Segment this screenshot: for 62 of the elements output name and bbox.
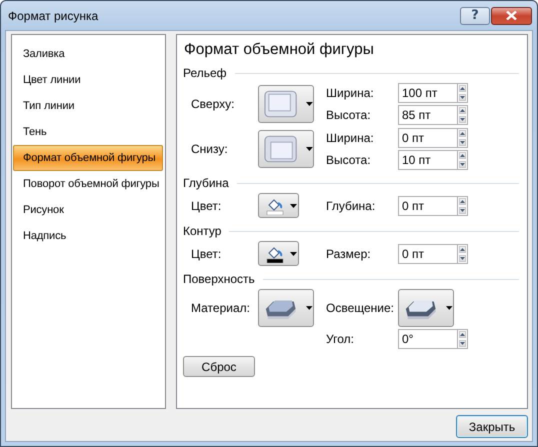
- section-heading: Глубина: [183, 176, 229, 190]
- sidebar-item[interactable]: Тип линии: [13, 93, 163, 119]
- section-heading: Поверхность: [183, 272, 255, 286]
- field-label: Размер:: [326, 246, 372, 260]
- lighting-dropdown[interactable]: [398, 289, 454, 327]
- field-label: Глубина:: [326, 198, 376, 212]
- window-title: Формат рисунка: [8, 8, 100, 22]
- sidebar-item[interactable]: Поворот объемной фигуры: [13, 171, 163, 197]
- bevel-dropdown[interactable]: [258, 85, 314, 123]
- spin-buttons[interactable]: [458, 244, 468, 264]
- sidebar-item[interactable]: Тень: [13, 119, 163, 145]
- field-label: Угол:: [326, 332, 355, 346]
- spin-buttons[interactable]: [458, 150, 468, 170]
- spin-buttons[interactable]: [458, 105, 468, 125]
- field-label: Цвет:: [190, 198, 222, 212]
- number-field[interactable]: 0 пт: [398, 244, 458, 264]
- field-label: Сверху:: [190, 97, 236, 111]
- number-field[interactable]: 0 пт: [398, 128, 458, 148]
- bevel-icon: [264, 89, 298, 119]
- caret-icon: [290, 204, 297, 208]
- caret-icon: [290, 252, 297, 256]
- spin-buttons[interactable]: [458, 196, 468, 216]
- help-button[interactable]: ?: [460, 6, 490, 24]
- material-dropdown[interactable]: [258, 289, 314, 327]
- field-label: Высота:: [326, 153, 372, 167]
- field-label: Цвет:: [190, 246, 222, 260]
- close-dialog-button[interactable]: Закрыть: [456, 415, 528, 438]
- field-label: Материал:: [190, 301, 251, 315]
- sidebar-item[interactable]: Формат объемной фигуры: [13, 145, 163, 171]
- sidebar-item[interactable]: Надпись: [13, 223, 163, 249]
- bevel-icon: [264, 134, 298, 164]
- field-label: Освещение:: [326, 301, 395, 315]
- spin-buttons[interactable]: [458, 329, 468, 349]
- section-heading: Контур: [183, 224, 222, 238]
- field-label: Ширина:: [326, 86, 375, 100]
- section-heading: Рельеф: [183, 66, 227, 80]
- caret-icon: [306, 306, 313, 310]
- spin-buttons[interactable]: [458, 128, 468, 148]
- color-dropdown[interactable]: [258, 241, 299, 266]
- close-icon: [506, 11, 517, 20]
- bevel-dropdown[interactable]: [258, 130, 314, 168]
- number-field[interactable]: 10 пт: [398, 150, 458, 170]
- paint-bucket-icon: [266, 244, 284, 262]
- sidebar-item[interactable]: Рисунок: [13, 197, 163, 223]
- number-field[interactable]: 85 пт: [398, 105, 458, 125]
- field-label: Ширина:: [326, 131, 375, 145]
- color-dropdown[interactable]: [258, 193, 299, 218]
- caret-icon: [306, 102, 313, 106]
- paint-bucket-icon: [266, 196, 284, 214]
- spin-buttons[interactable]: [458, 83, 468, 103]
- reset-button[interactable]: Сброс: [183, 356, 255, 377]
- sidebar-item[interactable]: Заливка: [13, 41, 163, 67]
- number-field[interactable]: 0 пт: [398, 196, 458, 216]
- panel-title: Формат объемной фигуры: [184, 40, 375, 60]
- caret-icon: [446, 306, 453, 310]
- number-field[interactable]: 0°: [398, 329, 458, 349]
- close-button[interactable]: [491, 6, 532, 24]
- field-label: Высота:: [326, 108, 372, 122]
- field-label: Снизу:: [190, 142, 229, 156]
- number-field[interactable]: 100 пт: [398, 83, 458, 103]
- caret-icon: [306, 147, 313, 151]
- sidebar-item[interactable]: Цвет линии: [13, 67, 163, 93]
